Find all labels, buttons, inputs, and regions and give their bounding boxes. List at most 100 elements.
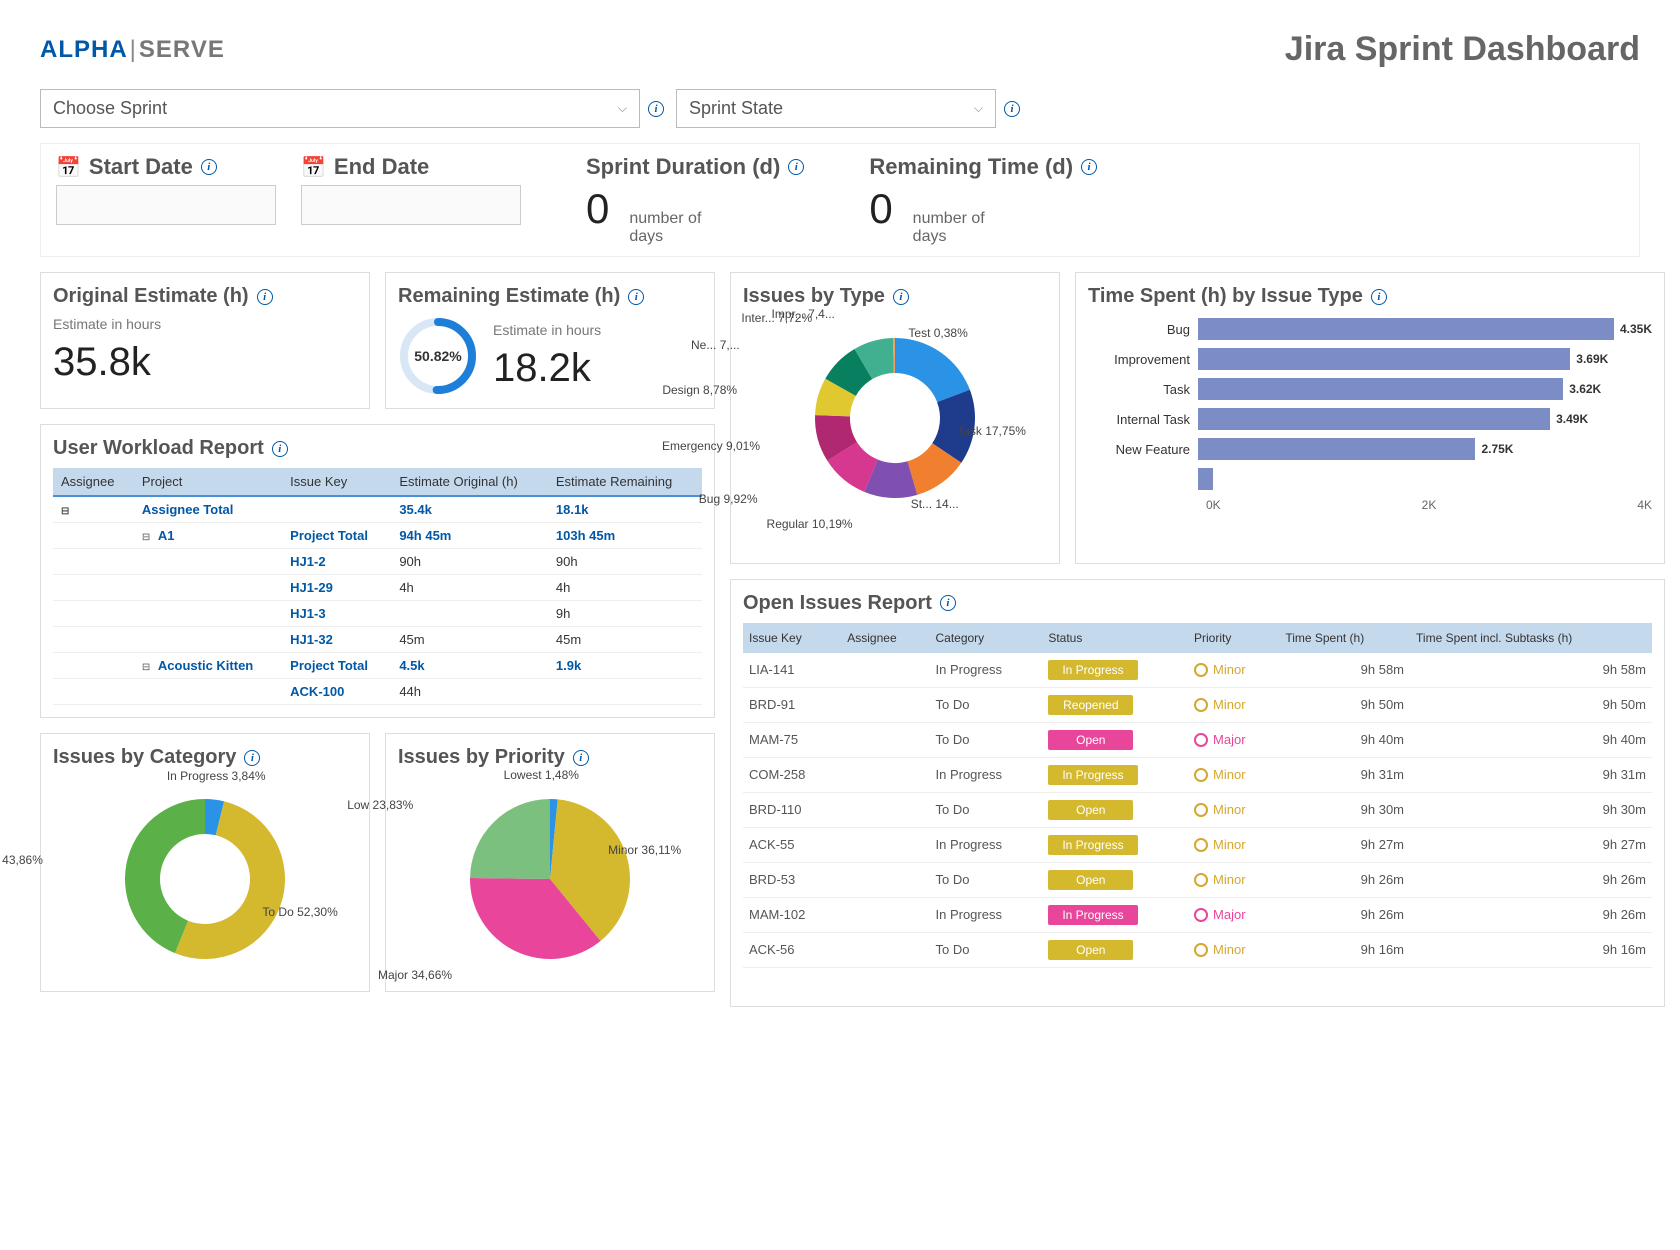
priority-badge: Minor — [1194, 767, 1273, 782]
bar-category: Bug — [1088, 322, 1198, 337]
priority-badge: Minor — [1194, 662, 1273, 677]
table-header[interactable]: Assignee — [841, 623, 929, 653]
original-estimate-value: 35.8k — [53, 340, 357, 385]
table-header[interactable]: Category — [929, 623, 1042, 653]
table-row[interactable]: HJ1-294h4h — [53, 575, 702, 601]
axis-tick: 0K — [1206, 498, 1221, 512]
open-issues-table: Issue KeyAssigneeCategoryStatusPriorityT… — [743, 623, 1652, 968]
table-row[interactable]: BRD-53To Do Open Minor 9h 26m9h 26m — [743, 862, 1652, 897]
table-row[interactable]: BRD-110To Do Open Minor 9h 30m9h 30m — [743, 792, 1652, 827]
info-icon[interactable]: i — [788, 159, 804, 175]
chart-label: To Do 52,30% — [262, 905, 337, 919]
info-icon[interactable]: i — [272, 441, 288, 457]
bar-value: 3.49K — [1556, 412, 1588, 426]
remaining-time-value: 0 — [869, 185, 892, 233]
duration-value: 0 — [586, 185, 609, 233]
issues-by-priority-chart: Lowest 1,48%Minor 36,11%Major 34,66%Low … — [398, 779, 702, 979]
bar-category: Task — [1088, 382, 1198, 397]
chart-label: Done 43,86% — [0, 853, 43, 867]
chevron-down-icon: ⌵ — [974, 101, 983, 116]
axis-tick: 2K — [1422, 498, 1437, 512]
table-row[interactable]: HJ1-39h — [53, 601, 702, 627]
priority-badge: Minor — [1194, 872, 1273, 887]
table-row[interactable]: BRD-91To Do Reopened Minor 9h 50m9h 50m — [743, 687, 1652, 722]
info-icon[interactable]: i — [573, 750, 589, 766]
bar-category: Internal Task — [1088, 412, 1198, 427]
table-header[interactable]: Priority — [1188, 623, 1279, 653]
info-icon[interactable]: i — [1371, 289, 1387, 305]
start-date-label: Start Date — [89, 154, 193, 180]
chart-label: Task 17,75% — [957, 424, 1026, 438]
collapse-icon[interactable]: ⊟ — [142, 532, 150, 543]
info-icon[interactable]: i — [893, 289, 909, 305]
remaining-gauge: 50.82% — [398, 316, 478, 396]
choose-sprint-dropdown[interactable]: Choose Sprint ⌵ — [40, 89, 640, 128]
table-header[interactable]: Estimate Original (h) — [391, 468, 548, 496]
info-icon[interactable]: i — [257, 289, 273, 305]
table-row[interactable]: ACK-10044h — [53, 679, 702, 705]
table-row[interactable]: ACK-56To Do Open Minor 9h 16m9h 16m — [743, 932, 1652, 967]
info-icon[interactable]: i — [648, 101, 664, 117]
sprint-state-dropdown[interactable]: Sprint State ⌵ — [676, 89, 996, 128]
table-row[interactable]: ACK-55In Progress In Progress Minor 9h 2… — [743, 827, 1652, 862]
priority-badge: Major — [1194, 732, 1273, 747]
table-header[interactable]: Assignee — [53, 468, 134, 496]
table-row[interactable]: MAM-75To Do Open Major 9h 40m9h 40m — [743, 722, 1652, 757]
original-estimate-title: Original Estimate (h) — [53, 285, 249, 308]
table-row[interactable]: MAM-102In Progress In Progress Major 9h … — [743, 897, 1652, 932]
remaining-estimate-title: Remaining Estimate (h) — [398, 285, 620, 308]
info-icon[interactable]: i — [940, 595, 956, 611]
time-spent-chart: Bug 4.35K Improvement 3.69K Task 3.62K I… — [1088, 318, 1652, 512]
info-icon[interactable]: i — [1004, 101, 1020, 117]
table-header[interactable]: Status — [1042, 623, 1188, 653]
chevron-down-icon: ⌵ — [618, 101, 627, 116]
chart-label: In Progress 3,84% — [167, 769, 266, 783]
info-icon[interactable]: i — [201, 159, 217, 175]
chart-label: Impr... 7,4... — [772, 307, 835, 321]
issues-by-type-card: Issues by Type i Test 0,38%Task 17,75%St… — [730, 272, 1060, 564]
table-row[interactable]: LIA-141In Progress In Progress Minor 9h … — [743, 653, 1652, 688]
bar-value: 4.35K — [1620, 322, 1652, 336]
axis-tick: 4K — [1637, 498, 1652, 512]
table-row[interactable]: HJ1-290h90h — [53, 549, 702, 575]
chart-label: Minor 36,11% — [608, 843, 681, 857]
chart-label: Major 34,66% — [378, 968, 452, 982]
table-row[interactable]: HJ1-3245m45m — [53, 627, 702, 653]
issues-by-type-title: Issues by Type — [743, 285, 885, 308]
info-icon[interactable]: i — [628, 289, 644, 305]
table-header[interactable]: Estimate Remaining — [548, 468, 702, 496]
bar-category: New Feature — [1088, 442, 1198, 457]
duration-label: Sprint Duration (d) — [586, 154, 780, 180]
table-header[interactable]: Issue Key — [743, 623, 841, 653]
bar-value: 3.69K — [1576, 352, 1608, 366]
workload-table: AssigneeProjectIssue KeyEstimate Origina… — [53, 468, 702, 705]
remaining-gauge-text: 50.82% — [414, 348, 461, 364]
collapse-icon[interactable]: ⊟ — [142, 662, 150, 673]
priority-badge: Minor — [1194, 802, 1273, 817]
chart-label: Regular 10,19% — [767, 517, 853, 531]
table-header[interactable]: Issue Key — [282, 468, 391, 496]
status-badge: In Progress — [1048, 905, 1137, 925]
logo-divider: | — [130, 36, 137, 63]
table-row[interactable]: COM-258In Progress In Progress Minor 9h … — [743, 757, 1652, 792]
status-badge: In Progress — [1048, 660, 1137, 680]
chart-label: Bug 9,92% — [699, 492, 758, 506]
table-header[interactable]: Time Spent incl. Subtasks (h) — [1410, 623, 1652, 653]
status-badge: Open — [1048, 730, 1133, 750]
issues-by-category-chart: In Progress 3,84%To Do 52,30%Done 43,86% — [53, 779, 357, 979]
collapse-icon[interactable]: ⊟ — [61, 506, 69, 517]
remaining-time-sublabel: number of days — [913, 210, 1013, 246]
issues-by-category-title: Issues by Category — [53, 746, 236, 769]
table-header[interactable]: Time Spent (h) — [1279, 623, 1410, 653]
open-issues-title: Open Issues Report — [743, 592, 932, 615]
chart-label: St... 14... — [911, 497, 959, 511]
info-icon[interactable]: i — [1081, 159, 1097, 175]
workload-title: User Workload Report — [53, 437, 264, 460]
end-date-input[interactable] — [301, 185, 521, 225]
table-header[interactable]: Project — [134, 468, 282, 496]
time-spent-card: Time Spent (h) by Issue Type i Bug 4.35K… — [1075, 272, 1665, 564]
logo: ALPHA|SERVE — [40, 36, 225, 64]
start-date-input[interactable] — [56, 185, 276, 225]
status-badge: Reopened — [1048, 695, 1133, 715]
info-icon[interactable]: i — [244, 750, 260, 766]
